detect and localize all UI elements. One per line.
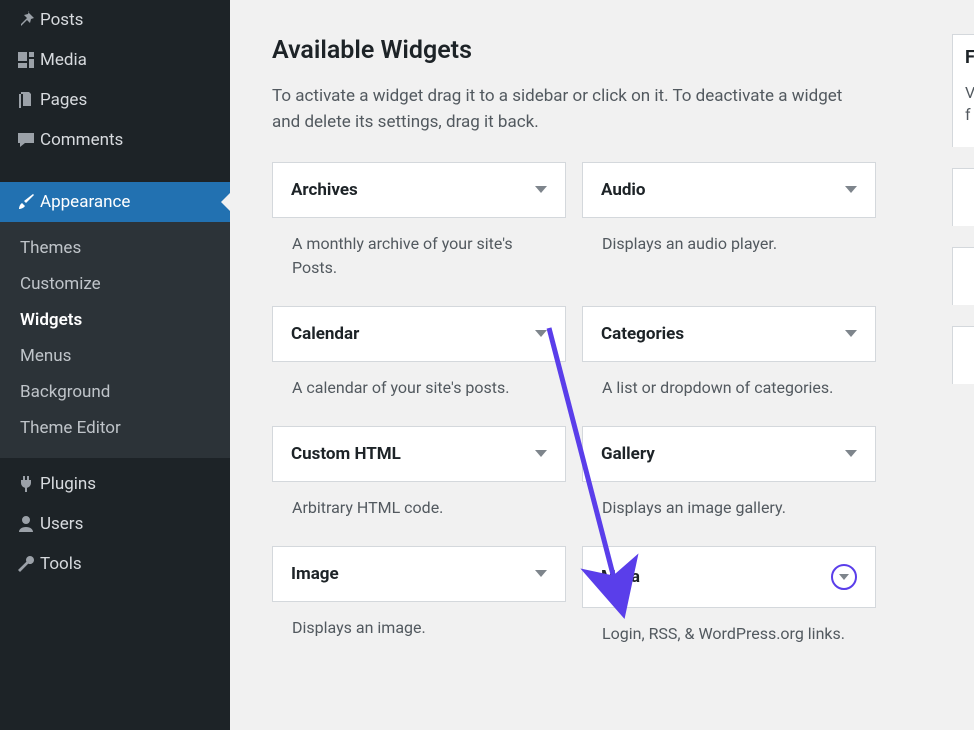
widget-categories: Categories A list or dropdown of categor… — [582, 306, 876, 406]
user-icon — [12, 514, 40, 534]
panel-sub-fragment: f — [965, 105, 971, 124]
chevron-down-icon — [535, 186, 547, 193]
widget-description: Displays an image gallery. — [582, 482, 876, 526]
widget-header[interactable]: Image — [272, 546, 566, 602]
panel-title-fragment: F — [965, 47, 974, 68]
pages-icon — [12, 90, 40, 110]
widget-title: Custom HTML — [291, 444, 401, 464]
menu-media[interactable]: Media — [0, 40, 230, 80]
menu-posts[interactable]: Posts — [0, 0, 230, 40]
submenu-widgets[interactable]: Widgets — [0, 302, 230, 338]
menu-label: Media — [40, 50, 87, 70]
menu-label: Appearance — [40, 192, 130, 212]
widget-description: A calendar of your site's posts. — [272, 362, 566, 406]
admin-sidebar: Posts Media Pages Comments Appearance Th… — [0, 0, 230, 730]
menu-pages[interactable]: Pages — [0, 80, 230, 120]
widget-description: Login, RSS, & WordPress.org links. — [582, 608, 876, 652]
widget-description: Displays an image. — [272, 602, 566, 646]
menu-label: Tools — [40, 554, 82, 574]
widget-title: Categories — [601, 324, 684, 344]
submenu-customize[interactable]: Customize — [0, 266, 230, 302]
widget-title: Meta — [601, 567, 640, 587]
chevron-down-icon — [535, 330, 547, 337]
widget-title: Audio — [601, 180, 646, 200]
widget-title: Gallery — [601, 444, 655, 464]
widget-header[interactable]: Custom HTML — [272, 426, 566, 482]
chevron-down-icon — [845, 330, 857, 337]
submenu-background[interactable]: Background — [0, 374, 230, 410]
widget-meta: Meta Login, RSS, & WordPress.org links. — [582, 546, 876, 652]
widget-image: Image Displays an image. — [272, 546, 566, 652]
sidebar-area-header[interactable]: F V f — [952, 34, 974, 147]
widget-description: A monthly archive of your site's Posts. — [272, 218, 566, 286]
chevron-down-icon — [831, 564, 857, 590]
menu-label: Posts — [40, 10, 83, 30]
widget-header[interactable]: Meta — [582, 546, 876, 608]
widget-custom-html: Custom HTML Arbitrary HTML code. — [272, 426, 566, 526]
widget-header[interactable]: Gallery — [582, 426, 876, 482]
chevron-down-icon — [535, 570, 547, 577]
sidebar-widget-slot[interactable] — [952, 247, 974, 305]
widget-archives: Archives A monthly archive of your site'… — [272, 162, 566, 286]
submenu-themes[interactable]: Themes — [0, 230, 230, 266]
appearance-submenu: Themes Customize Widgets Menus Backgroun… — [0, 222, 230, 458]
menu-label: Pages — [40, 90, 87, 110]
chevron-down-icon — [845, 186, 857, 193]
sidebar-widget-slot[interactable] — [952, 168, 974, 226]
submenu-theme-editor[interactable]: Theme Editor — [0, 410, 230, 446]
widget-header[interactable]: Audio — [582, 162, 876, 218]
widget-header[interactable]: Categories — [582, 306, 876, 362]
widget-gallery: Gallery Displays an image gallery. — [582, 426, 876, 526]
menu-label: Plugins — [40, 474, 96, 494]
submenu-menus[interactable]: Menus — [0, 338, 230, 374]
menu-label: Comments — [40, 130, 123, 150]
available-widgets-grid: Archives A monthly archive of your site'… — [272, 162, 974, 672]
widget-description: Displays an audio player. — [582, 218, 876, 262]
pin-icon — [12, 10, 40, 30]
widget-header[interactable]: Calendar — [272, 306, 566, 362]
widgets-content: Available Widgets To activate a widget d… — [272, 36, 974, 672]
menu-plugins[interactable]: Plugins — [0, 464, 230, 504]
sidebar-area-panel: F V f — [952, 34, 974, 714]
widget-title: Archives — [291, 180, 358, 200]
widget-description: A list or dropdown of categories. — [582, 362, 876, 406]
comment-icon — [12, 130, 40, 150]
widget-title: Calendar — [291, 324, 359, 344]
plug-icon — [12, 474, 40, 494]
widget-description: Arbitrary HTML code. — [272, 482, 566, 526]
brush-icon — [12, 192, 40, 212]
widget-header[interactable]: Archives — [272, 162, 566, 218]
media-icon — [12, 50, 40, 70]
widget-calendar: Calendar A calendar of your site's posts… — [272, 306, 566, 406]
section-description: To activate a widget drag it to a sideba… — [272, 83, 862, 136]
widget-title: Image — [291, 564, 339, 584]
page-title: Available Widgets — [272, 36, 974, 65]
chevron-down-icon — [845, 450, 857, 457]
panel-sub-fragment: V — [965, 83, 974, 102]
menu-tools[interactable]: Tools — [0, 544, 230, 584]
wrench-icon — [12, 554, 40, 574]
chevron-down-icon — [535, 450, 547, 457]
menu-appearance[interactable]: Appearance — [0, 182, 230, 222]
menu-label: Users — [40, 514, 83, 534]
widget-audio: Audio Displays an audio player. — [582, 162, 876, 286]
menu-comments[interactable]: Comments — [0, 120, 230, 160]
sidebar-widget-slot[interactable] — [952, 326, 974, 384]
menu-users[interactable]: Users — [0, 504, 230, 544]
